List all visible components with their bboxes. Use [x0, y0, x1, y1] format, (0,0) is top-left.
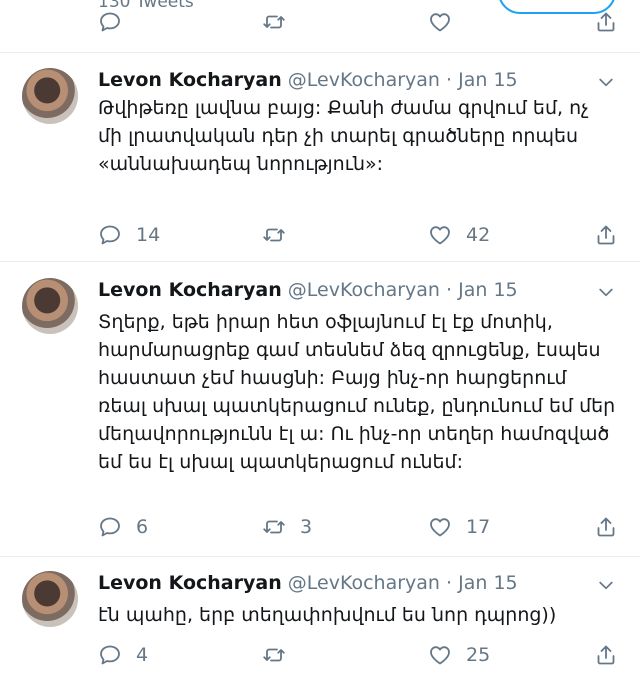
share-icon: [594, 223, 618, 247]
previous-tweet-actions: [0, 22, 640, 52]
author-name[interactable]: Levon Kocharyan: [98, 572, 282, 594]
separator: ·: [446, 69, 453, 91]
like-icon: [428, 515, 452, 539]
like-icon: [428, 643, 452, 667]
retweet-icon[interactable]: [262, 10, 286, 34]
author-name[interactable]: Levon Kocharyan: [98, 279, 282, 301]
tweet-item[interactable]: Levon Kocharyan @LevKocharyan · Jan 15 Տ…: [0, 262, 640, 557]
tweet-date[interactable]: Jan 15: [458, 279, 518, 301]
reply-button[interactable]: 6: [98, 513, 148, 541]
separator: ·: [446, 572, 453, 594]
reply-icon: [98, 643, 122, 667]
share-button[interactable]: [594, 641, 618, 669]
like-count: 42: [466, 224, 491, 246]
retweet-icon: [262, 643, 286, 667]
reply-count: 14: [136, 224, 161, 246]
avatar[interactable]: [22, 571, 78, 627]
share-button[interactable]: [594, 221, 618, 249]
retweet-count: 3: [300, 516, 313, 538]
retweet-button[interactable]: [262, 641, 300, 669]
author-handle[interactable]: @LevKocharyan: [288, 572, 440, 594]
avatar[interactable]: [22, 278, 78, 334]
retweet-icon: [262, 223, 286, 247]
retweet-button[interactable]: [262, 221, 300, 249]
author-name[interactable]: Levon Kocharyan: [98, 69, 282, 91]
separator: ·: [446, 279, 453, 301]
like-button[interactable]: 25: [428, 641, 490, 669]
share-icon[interactable]: [594, 10, 618, 34]
like-button[interactable]: 17: [428, 513, 490, 541]
retweet-icon: [262, 515, 286, 539]
tweet-item[interactable]: Levon Kocharyan @LevKocharyan · Jan 15 է…: [0, 557, 640, 688]
tweet-actions: 14 42: [98, 221, 618, 249]
chevron-down-icon[interactable]: [596, 575, 616, 595]
like-button[interactable]: 42: [428, 221, 490, 249]
tweet-header: Levon Kocharyan @LevKocharyan · Jan 15: [98, 572, 518, 594]
reply-count: 6: [136, 516, 149, 538]
tweet-header: Levon Kocharyan @LevKocharyan · Jan 15: [98, 69, 518, 91]
tweet-date[interactable]: Jan 15: [458, 69, 518, 91]
tweet-date[interactable]: Jan 15: [458, 572, 518, 594]
tweet-header: Levon Kocharyan @LevKocharyan · Jan 15: [98, 279, 518, 301]
tweet-actions: 4 25: [98, 641, 618, 669]
retweet-button[interactable]: 3: [262, 513, 312, 541]
share-icon: [594, 643, 618, 667]
tweet-text: էն պահը, երբ տեղափոխվում ես նոր դպրոց)): [98, 604, 557, 626]
reply-icon: [98, 515, 122, 539]
tweet-text: Թվիթեռը լավնա բայց: Քանի ժամա գրվում եմ,…: [98, 97, 589, 175]
like-icon: [428, 223, 452, 247]
reply-button[interactable]: 14: [98, 221, 160, 249]
tweet-text: Տղերք, եթե իրար հետ օֆլայնում էլ էք մոտի…: [98, 311, 616, 473]
author-handle[interactable]: @LevKocharyan: [288, 279, 440, 301]
share-button[interactable]: [594, 513, 618, 541]
author-handle[interactable]: @LevKocharyan: [288, 69, 440, 91]
tweet-item[interactable]: Levon Kocharyan @LevKocharyan · Jan 15 Թ…: [0, 52, 640, 262]
chevron-down-icon[interactable]: [596, 72, 616, 92]
chevron-down-icon[interactable]: [596, 282, 616, 302]
share-icon: [594, 515, 618, 539]
like-count: 25: [466, 644, 491, 666]
like-count: 17: [466, 516, 491, 538]
avatar[interactable]: [22, 68, 78, 124]
reply-icon[interactable]: [98, 10, 122, 34]
like-icon[interactable]: [428, 10, 452, 34]
reply-count: 4: [136, 644, 149, 666]
tweet-actions: 6 3 17: [98, 513, 618, 541]
profile-header-strip: 130 Tweets: [0, 0, 640, 53]
reply-icon: [98, 223, 122, 247]
reply-button[interactable]: 4: [98, 641, 148, 669]
